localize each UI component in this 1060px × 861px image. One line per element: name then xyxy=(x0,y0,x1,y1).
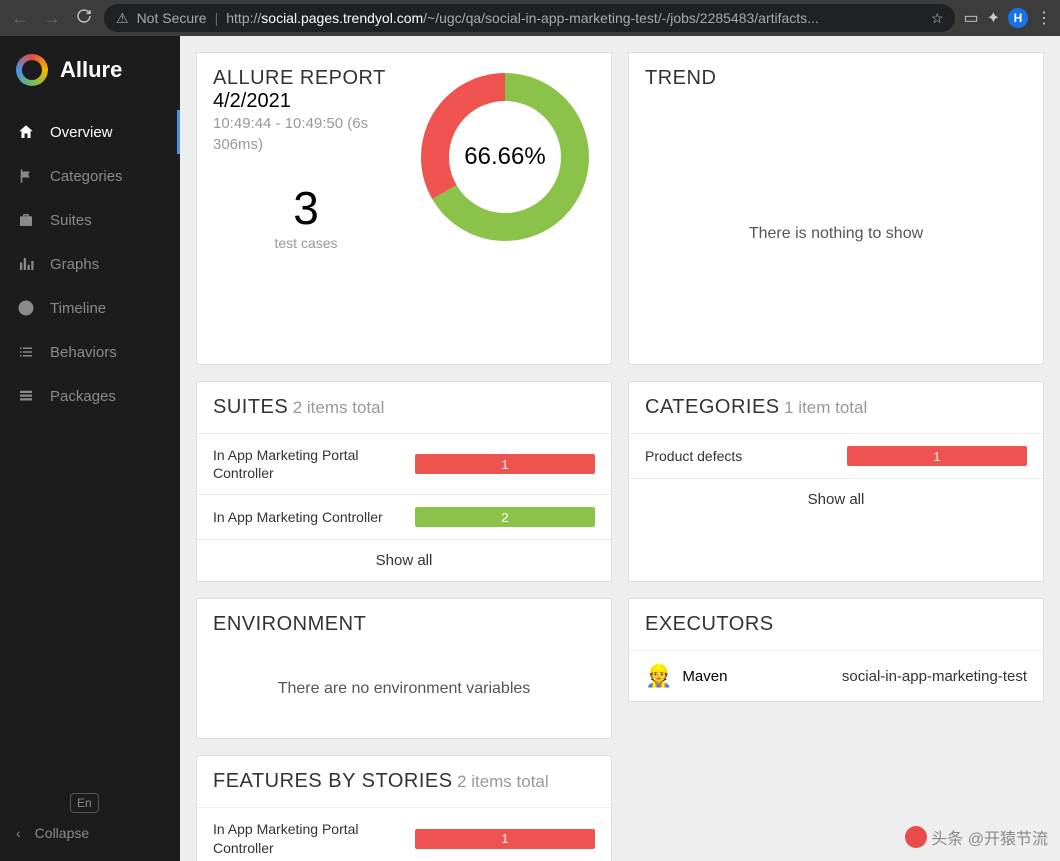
row-label: Product defects xyxy=(645,447,835,465)
suites-showall[interactable]: Show all xyxy=(197,539,611,581)
features-title: FEATURES BY STORIES xyxy=(213,770,453,792)
feature-row[interactable]: In App Marketing Portal Controller 1 xyxy=(197,807,611,861)
report-title: ALLURE REPORT xyxy=(213,67,399,90)
collapse-button[interactable]: ‹ Collapse xyxy=(16,825,164,841)
extension-icon[interactable]: ▭ xyxy=(963,8,978,28)
executor-link[interactable]: social-in-app-marketing-test xyxy=(842,668,1027,685)
language-chip[interactable]: En xyxy=(70,793,99,813)
categories-title: CATEGORIES xyxy=(645,396,780,418)
row-label: In App Marketing Controller xyxy=(213,508,403,526)
environment-title: ENVIRONMENT xyxy=(213,613,366,635)
result-donut-chart: 66.66% xyxy=(415,67,595,247)
security-label: Not Secure xyxy=(137,10,207,26)
home-icon xyxy=(16,122,36,142)
nav-item-categories[interactable]: Categories xyxy=(0,154,180,198)
categories-card: CATEGORIES 1 item total Product defects 1… xyxy=(628,381,1044,582)
trend-title: TREND xyxy=(645,67,716,89)
test-count-label: test cases xyxy=(213,235,399,251)
reload-icon xyxy=(76,8,92,28)
watermark-icon xyxy=(905,826,927,848)
briefcase-icon xyxy=(16,210,36,230)
count-bar: 2 xyxy=(415,507,595,527)
chevron-left-icon: ‹ xyxy=(16,825,21,841)
profile-avatar[interactable]: H xyxy=(1008,8,1028,28)
suites-title: SUITES xyxy=(213,396,288,418)
nav-item-graphs[interactable]: Graphs xyxy=(0,242,180,286)
categories-showall[interactable]: Show all xyxy=(629,478,1043,520)
features-card: FEATURES BY STORIES 2 items total In App… xyxy=(196,755,612,861)
star-icon[interactable]: ☆ xyxy=(931,10,944,27)
nav-label: Packages xyxy=(50,388,116,405)
nav-label: Graphs xyxy=(50,256,99,273)
categories-subtitle: 1 item total xyxy=(784,398,867,417)
collapse-label: Collapse xyxy=(35,825,89,841)
extensions-puzzle-icon[interactable]: ✦ xyxy=(987,8,1000,28)
count-bar: 1 xyxy=(847,446,1027,466)
row-label: In App Marketing Portal Controller xyxy=(213,446,403,482)
executor-row[interactable]: 👷 Maven social-in-app-marketing-test xyxy=(629,650,1043,701)
suites-card: SUITES 2 items total In App Marketing Po… xyxy=(196,381,612,582)
main-content: ALLURE REPORT 4/2/2021 10:49:44 - 10:49:… xyxy=(180,36,1060,861)
executor-name: Maven xyxy=(682,668,832,685)
nav-item-suites[interactable]: Suites xyxy=(0,198,180,242)
browser-toolbar: ← → ⚠ Not Secure | http://social.pages.t… xyxy=(0,0,1060,36)
suite-row[interactable]: In App Marketing Portal Controller 1 xyxy=(197,433,611,494)
reload-button[interactable] xyxy=(72,8,96,29)
forward-button[interactable]: → xyxy=(40,8,64,29)
nav-label: Behaviors xyxy=(50,344,117,361)
brand-row[interactable]: Allure xyxy=(0,36,180,110)
environment-empty: There are no environment variables xyxy=(197,650,611,738)
list-icon xyxy=(16,342,36,362)
bars-icon xyxy=(16,254,36,274)
executors-card: EXECUTORS 👷 Maven social-in-app-marketing-… xyxy=(628,598,1044,702)
nav-item-packages[interactable]: Packages xyxy=(0,374,180,418)
nav-item-overview[interactable]: Overview xyxy=(0,110,180,154)
warning-icon: ⚠ xyxy=(116,10,129,27)
brand-name: Allure xyxy=(60,57,122,83)
nav-item-timeline[interactable]: Timeline xyxy=(0,286,180,330)
donut-percent: 66.66% xyxy=(415,67,595,247)
report-time-range: 10:49:44 - 10:49:50 (6s 306ms) xyxy=(213,113,399,155)
nav-label: Suites xyxy=(50,212,92,229)
hardhat-icon: 👷 xyxy=(645,663,672,689)
url-text: http://social.pages.trendyol.com/~/ugc/q… xyxy=(226,10,923,26)
report-date: 4/2/2021 xyxy=(213,90,399,113)
environment-card: ENVIRONMENT There are no environment var… xyxy=(196,598,612,739)
row-label: In App Marketing Portal Controller xyxy=(213,820,403,856)
nav-label: Categories xyxy=(50,168,123,185)
suites-subtitle: 2 items total xyxy=(293,398,385,417)
count-bar: 1 xyxy=(415,454,595,474)
layers-icon xyxy=(16,386,36,406)
sidebar: Allure Overview Categories Suites Graphs Tim… xyxy=(0,36,180,861)
nav-item-behaviors[interactable]: Behaviors xyxy=(0,330,180,374)
category-row[interactable]: Product defects 1 xyxy=(629,433,1043,478)
watermark: 头条 @开猿节流 xyxy=(905,825,1048,849)
trend-card: TREND There is nothing to show xyxy=(628,52,1044,365)
url-bar[interactable]: ⚠ Not Secure | http://social.pages.trend… xyxy=(104,4,955,32)
flag-icon xyxy=(16,166,36,186)
allure-logo-icon xyxy=(16,54,48,86)
count-bar: 1 xyxy=(415,829,595,849)
summary-card: ALLURE REPORT 4/2/2021 10:49:44 - 10:49:… xyxy=(196,52,612,365)
nav-label: Overview xyxy=(50,124,113,141)
trend-empty: There is nothing to show xyxy=(629,104,1043,364)
suite-row[interactable]: In App Marketing Controller 2 xyxy=(197,494,611,539)
executors-title: EXECUTORS xyxy=(645,613,774,635)
nav-label: Timeline xyxy=(50,300,106,317)
clock-icon xyxy=(16,298,36,318)
menu-icon[interactable]: ⋮ xyxy=(1036,8,1052,28)
test-count: 3 xyxy=(213,181,399,235)
back-button[interactable]: ← xyxy=(8,8,32,29)
features-subtitle: 2 items total xyxy=(457,772,549,791)
